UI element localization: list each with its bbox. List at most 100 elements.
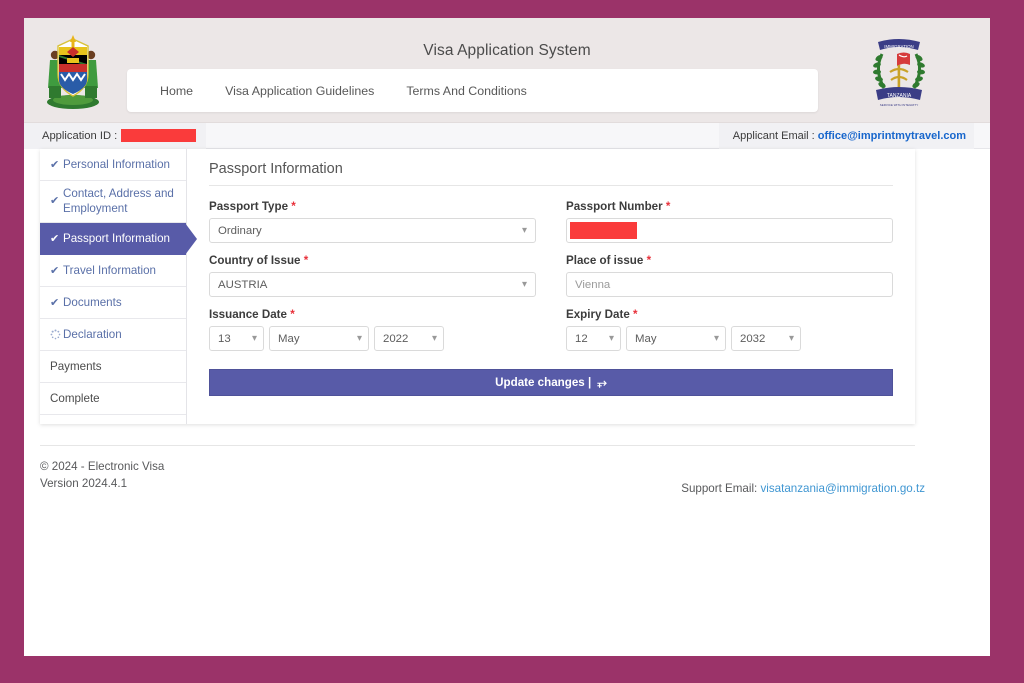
update-changes-button[interactable]: Update changes | ⥅ (209, 369, 893, 396)
check-icon: ✔ (50, 159, 60, 171)
applicant-email-group: Applicant Email : office@imprintmytravel… (718, 122, 974, 149)
form-fields-grid: Passport Type * Ordinary ▾ Passport Numb… (209, 200, 893, 351)
sidebar-item-complete[interactable]: Complete (40, 383, 186, 415)
chevron-down-icon: ▾ (713, 332, 719, 344)
chevron-down-icon: ▾ (521, 278, 527, 290)
passport-number-label: Passport Number * (566, 200, 893, 213)
tanzania-immigration-logo-icon: IMMIGRATION TANZANIA SERVICE WITH INTEGR… (864, 32, 934, 110)
passport-type-label: Passport Type * (209, 200, 536, 213)
chevron-down-icon: ▾ (431, 332, 437, 344)
page-body: ✔ Personal Information ✔ Contact, Addres… (24, 149, 990, 656)
svg-text:SERVICE WITH INTEGRITY: SERVICE WITH INTEGRITY (880, 103, 918, 107)
footer-version: Version 2024.4.1 (40, 477, 128, 491)
footer-support-block: Support Email: visatanzania@immigration.… (681, 482, 925, 495)
expiry-day-select[interactable]: 12 ▾ (566, 326, 621, 351)
sidebar-item-label: Personal Information (63, 158, 170, 171)
chevron-down-icon: ▾ (521, 224, 527, 236)
applicant-email-label: Applicant Email : (732, 129, 815, 142)
passport-type-value: Ordinary (218, 224, 262, 237)
label-text: Passport Number (566, 200, 663, 213)
required-marker: * (291, 200, 296, 213)
issuance-date-row: 13 ▾ May ▾ 2022 ▾ (209, 326, 536, 351)
required-marker: * (303, 254, 309, 267)
application-steps-sidebar: ✔ Personal Information ✔ Contact, Addres… (40, 149, 197, 424)
sidebar-item-label: Payments (50, 360, 102, 373)
field-country-of-issue: Country of Issue * AUSTRIA ▾ (209, 254, 536, 297)
form-panel-title: Passport Information (209, 161, 893, 186)
expiry-year-value: 2032 (740, 332, 766, 345)
sidebar-item-payments[interactable]: Payments (40, 351, 186, 383)
expiry-day-value: 12 (575, 332, 588, 345)
footer-support-label: Support Email: (681, 482, 758, 495)
check-icon: ✔ (50, 265, 60, 277)
sidebar-item-personal-information[interactable]: ✔ Personal Information (40, 149, 186, 181)
application-id-label: Application ID : (42, 129, 118, 142)
application-id-bar: Application ID : Applicant Email : offic… (24, 122, 990, 149)
issuance-year-select[interactable]: 2022 ▾ (374, 326, 444, 351)
applicant-email-value[interactable]: office@imprintmytravel.com (818, 130, 966, 142)
chevron-down-icon: ▾ (356, 332, 362, 344)
required-marker: * (290, 308, 295, 321)
place-of-issue-input[interactable]: Vienna (566, 272, 893, 297)
update-changes-label: Update changes | (495, 376, 592, 389)
application-id-group: Application ID : (24, 122, 206, 149)
field-passport-number: Passport Number * (566, 200, 893, 243)
footer-copyright-block: © 2024 - Electronic Visa Version 2024.4.… (40, 458, 164, 493)
field-passport-type: Passport Type * Ordinary ▾ (209, 200, 536, 243)
application-id-redacted-value (121, 129, 196, 142)
browser-viewport: Visa Application System IMMIGRATION TANZ… (24, 18, 990, 656)
issuance-date-label: Issuance Date * (209, 308, 536, 321)
required-marker: * (633, 308, 638, 321)
sidebar-item-declaration[interactable]: Declaration (40, 319, 186, 351)
place-of-issue-label: Place of issue * (566, 254, 893, 267)
forward-arrow-icon: ⥅ (597, 375, 607, 389)
nav-link-home[interactable]: Home (160, 84, 193, 98)
expiry-date-row: 12 ▾ May ▾ 2032 ▾ (566, 326, 893, 351)
check-icon: ✔ (50, 297, 60, 309)
country-of-issue-value: AUSTRIA (218, 278, 268, 291)
sidebar-item-label: Travel Information (63, 264, 156, 277)
sidebar-item-label: Complete (50, 392, 100, 405)
label-text: Issuance Date (209, 308, 287, 321)
passport-number-input[interactable] (566, 218, 893, 243)
nav-link-visa-application-guidelines[interactable]: Visa Application Guidelines (225, 84, 374, 98)
page-title: Visa Application System (423, 42, 591, 59)
chevron-down-icon: ▾ (608, 332, 614, 344)
svg-text:TANZANIA: TANZANIA (887, 93, 912, 99)
sidebar-item-contact-address-employment[interactable]: ✔ Contact, Address and Employment (40, 181, 186, 223)
chevron-down-icon: ▾ (251, 332, 257, 344)
label-text: Passport Type (209, 200, 289, 213)
application-form-card: ✔ Personal Information ✔ Contact, Addres… (40, 149, 915, 424)
field-place-of-issue: Place of issue * Vienna (566, 254, 893, 297)
footer-support-email[interactable]: visatanzania@immigration.go.tz (761, 482, 926, 495)
label-text: Expiry Date (566, 308, 630, 321)
place-of-issue-value: Vienna (575, 278, 611, 291)
required-marker: * (646, 254, 652, 267)
issuance-year-value: 2022 (383, 332, 409, 345)
check-icon: ✔ (50, 233, 60, 245)
country-of-issue-label: Country of Issue * (209, 254, 536, 267)
passport-type-select[interactable]: Ordinary ▾ (209, 218, 536, 243)
sidebar-item-label: Declaration (63, 328, 122, 341)
site-footer: © 2024 - Electronic Visa Version 2024.4.… (40, 445, 925, 495)
issuance-day-select[interactable]: 13 ▾ (209, 326, 264, 351)
nav-link-terms-and-conditions[interactable]: Terms And Conditions (406, 84, 527, 98)
field-issuance-date: Issuance Date * 13 ▾ May ▾ 2022 ▾ (209, 308, 536, 351)
expiry-month-value: May (635, 332, 657, 345)
passport-information-form: Passport Information Passport Type * Ord… (187, 149, 915, 424)
submit-row: Update changes | ⥅ (209, 369, 893, 396)
expiry-month-select[interactable]: May ▾ (626, 326, 726, 351)
chevron-down-icon: ▾ (788, 332, 794, 344)
expiry-year-select[interactable]: 2032 ▾ (731, 326, 801, 351)
sidebar-item-travel-information[interactable]: ✔ Travel Information (40, 255, 186, 287)
country-of-issue-select[interactable]: AUSTRIA ▾ (209, 272, 536, 297)
sidebar-item-passport-information[interactable]: ✔ Passport Information (40, 223, 197, 255)
label-text: Place of issue (566, 254, 644, 267)
issuance-month-select[interactable]: May ▾ (269, 326, 369, 351)
label-text: Country of Issue (209, 254, 301, 267)
check-icon: ✔ (50, 194, 60, 207)
issuance-month-value: May (278, 332, 300, 345)
site-header: Visa Application System IMMIGRATION TANZ… (24, 18, 990, 123)
svg-text:IMMIGRATION: IMMIGRATION (884, 44, 913, 49)
sidebar-item-documents[interactable]: ✔ Documents (40, 287, 186, 319)
